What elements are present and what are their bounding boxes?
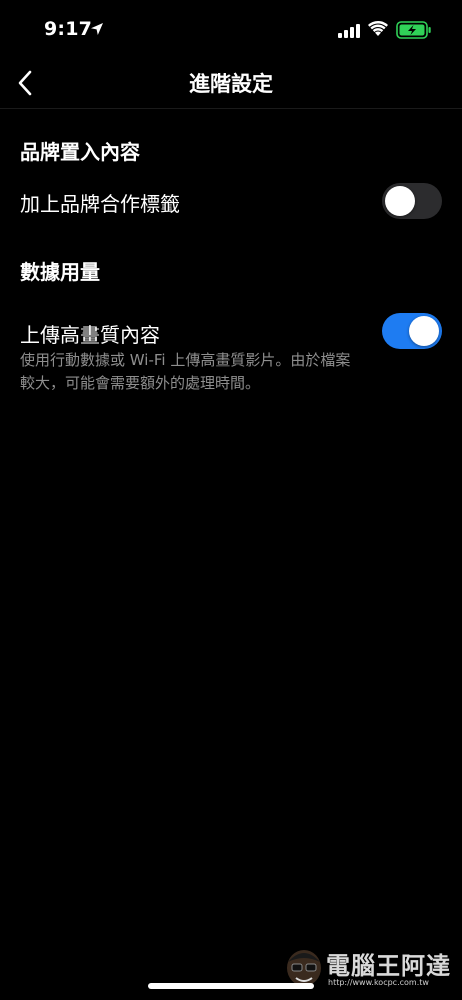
page-title: 進階設定 [189, 72, 273, 96]
navigation-bar: 進階設定 [0, 60, 462, 109]
watermark-title: 電腦王阿達 [326, 952, 451, 980]
upload-hq-label: 上傳高畫質內容 [20, 323, 160, 347]
section-header-data-usage: 數據用量 [20, 260, 100, 284]
toggle-knob [385, 186, 415, 216]
home-indicator[interactable] [148, 983, 314, 989]
location-arrow-icon [91, 23, 103, 35]
toggle-knob [409, 316, 439, 346]
cellular-signal-icon [338, 24, 360, 38]
mascot-face-icon [287, 950, 321, 986]
status-time: 9:17 [44, 18, 93, 40]
upload-hq-toggle[interactable] [382, 313, 442, 349]
branded-content-tag-toggle[interactable] [382, 183, 442, 219]
battery-charging-icon [396, 21, 431, 39]
upload-hq-description: 使用行動數據或 Wi-Fi 上傳高畫質影片。由於檔案較大，可能會需要額外的處理時… [20, 351, 351, 392]
watermark-url: http://www.kocpc.com.tw [328, 978, 429, 987]
wifi-icon [368, 21, 388, 36]
status-bar: 9:17 [0, 0, 462, 60]
section-header-branded-content: 品牌置入內容 [20, 140, 140, 164]
branded-content-tag-label: 加上品牌合作標籤 [20, 192, 180, 216]
